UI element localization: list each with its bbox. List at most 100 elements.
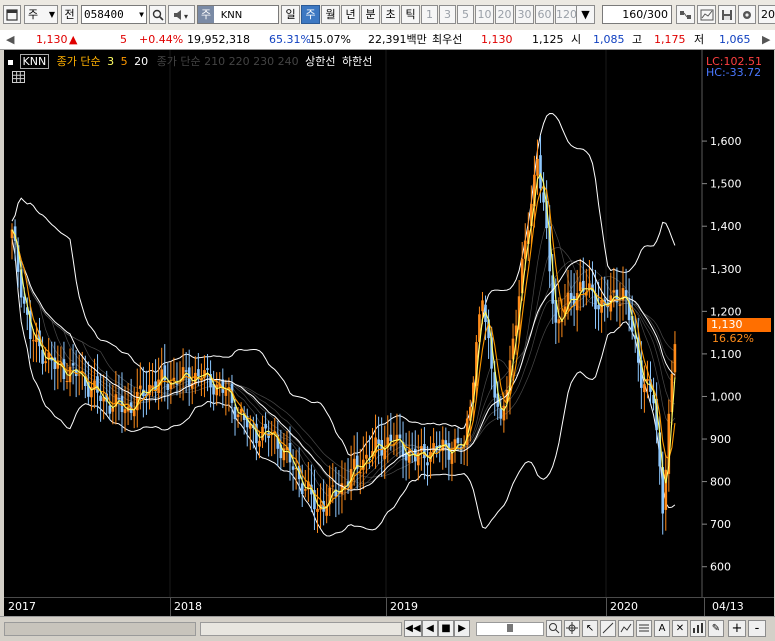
- legend-lower-band: 하한선: [341, 55, 373, 68]
- candle-up: [316, 508, 319, 512]
- period-tab-4[interactable]: 분: [361, 5, 380, 24]
- window-icon[interactable]: [3, 5, 21, 24]
- candle-up: [111, 408, 115, 412]
- jeon-button[interactable]: 전: [61, 5, 78, 24]
- interval-button-120[interactable]: 120: [555, 5, 577, 24]
- open-label: 시: [571, 33, 582, 46]
- candle-up: [450, 453, 454, 464]
- chart-settings-icon[interactable]: [676, 5, 695, 24]
- legend-upper-band: 상한선: [305, 55, 336, 68]
- chart-range-slider[interactable]: [200, 622, 402, 636]
- zoom-slider-handle[interactable]: [507, 624, 513, 632]
- price-tick-label: 1,600: [710, 135, 742, 148]
- text-tool-icon[interactable]: A: [654, 620, 670, 637]
- price-tick-label: 1,300: [710, 263, 742, 276]
- chevron-down-icon[interactable]: ▼: [576, 5, 595, 24]
- interval-button-60[interactable]: 60: [535, 5, 554, 24]
- candle-down: [426, 462, 429, 466]
- interval-button-1[interactable]: 1: [421, 5, 438, 24]
- legend-marker: [8, 59, 13, 65]
- candle-down: [389, 434, 393, 441]
- interval-button-20[interactable]: 20: [495, 5, 514, 24]
- crosshair-icon[interactable]: [564, 620, 580, 637]
- candle-up: [646, 379, 649, 381]
- candle-up: [215, 384, 218, 396]
- info-scroll-icon: ◀: [6, 33, 15, 46]
- hc-label: HC:-33.72: [706, 66, 762, 79]
- interval-button-3[interactable]: 3: [439, 5, 456, 24]
- long-ma-line: [11, 234, 676, 494]
- candle-down: [423, 444, 426, 459]
- fibonacci-icon[interactable]: [636, 620, 652, 637]
- quote-info-bar: ◀ 1,130 ▲ 5 +0.44% 19,952,318 65.31% 15.…: [0, 30, 775, 50]
- stock-code-input[interactable]: 058400 ▼: [81, 5, 147, 24]
- draw-icon[interactable]: [618, 620, 634, 637]
- zoom-in-button[interactable]: +: [728, 620, 746, 637]
- grid-icon[interactable]: [12, 71, 25, 83]
- interval-button-5[interactable]: 5: [457, 5, 474, 24]
- best-ask-label: 최우선: [432, 33, 463, 46]
- bar-chart-icon[interactable]: [690, 620, 706, 637]
- price-chart[interactable]: 1,600 1,500 1,400 1,300 1,200 1,100 1,000 900 80…: [4, 50, 774, 616]
- candle-up: [224, 390, 228, 396]
- candle-up: [261, 426, 264, 441]
- erase-icon[interactable]: ✕: [672, 620, 688, 637]
- next-button[interactable]: ▶: [454, 620, 470, 637]
- svg-text:▾: ▾: [184, 12, 188, 21]
- zoom-out-button[interactable]: -: [748, 620, 766, 637]
- candle-up: [352, 458, 356, 470]
- period-tab-6[interactable]: 틱: [401, 5, 420, 24]
- candle-down: [456, 437, 460, 444]
- price-tick-label: 600: [710, 561, 731, 574]
- volume: 19,952,318: [187, 33, 250, 46]
- auto-icon[interactable]: [697, 5, 716, 24]
- interval-button-10[interactable]: 10: [475, 5, 494, 24]
- ma-20-line: [11, 229, 676, 491]
- zoom-in-icon[interactable]: [546, 620, 562, 637]
- long-ma-line: [11, 234, 676, 491]
- chevron-down-icon: ▼: [139, 10, 144, 19]
- trendline-icon[interactable]: [600, 620, 616, 637]
- period-tab-5[interactable]: 초: [381, 5, 400, 24]
- period-tab-2[interactable]: 월: [321, 5, 340, 24]
- gear-icon[interactable]: [738, 5, 756, 24]
- pencil-icon[interactable]: ✎: [708, 620, 724, 637]
- search-icon[interactable]: [149, 5, 166, 24]
- stop-button[interactable]: ■: [438, 620, 454, 637]
- candle-down: [264, 423, 267, 429]
- chart-navigation-bar: ◀◀ ◀ ■ ▶ ↖ A ✕ ✎ + -: [0, 616, 775, 641]
- interval-button-30[interactable]: 30: [515, 5, 534, 24]
- time-label-2017: 2017: [8, 600, 36, 613]
- period-tab-3[interactable]: 년: [341, 5, 360, 24]
- candle-down: [597, 305, 600, 310]
- date-field[interactable]: 202: [758, 5, 775, 24]
- market-select[interactable]: 주 ▼: [24, 5, 58, 24]
- period-tab-1[interactable]: 주: [301, 5, 320, 24]
- candle-up: [304, 489, 307, 491]
- low-price: 1,065: [719, 33, 751, 46]
- ratio-1: 65.31%: [269, 33, 311, 46]
- candle-up: [139, 385, 142, 389]
- candle-up: [481, 300, 484, 312]
- period-tab-0[interactable]: 일: [281, 5, 300, 24]
- info-scroll-right-icon: ▶: [762, 33, 771, 46]
- up-arrow-icon: ▲: [69, 33, 78, 46]
- price-tick-label: 1,500: [710, 178, 742, 191]
- prev-button[interactable]: ◀: [422, 620, 438, 637]
- price-change-pct: +0.44%: [139, 33, 184, 46]
- zoom-slider[interactable]: [476, 622, 544, 636]
- first-page-button[interactable]: ◀◀: [404, 620, 422, 637]
- speaker-icon[interactable]: ▾: [168, 5, 195, 24]
- market-select-label: 주: [28, 8, 39, 21]
- legend-ma-long: 종가 단순 210 220 230 240: [156, 55, 299, 68]
- candle-down: [300, 483, 304, 494]
- save-icon[interactable]: [718, 5, 736, 24]
- cursor-icon[interactable]: ↖: [582, 620, 598, 637]
- candle-up: [331, 485, 335, 487]
- candle-up: [132, 410, 136, 417]
- price-tick-label: 1,000: [710, 390, 742, 403]
- chart-scroll-track[interactable]: [4, 622, 196, 636]
- candle-up: [365, 454, 368, 459]
- candle-up: [65, 381, 69, 382]
- count-display[interactable]: 160/300: [602, 5, 672, 24]
